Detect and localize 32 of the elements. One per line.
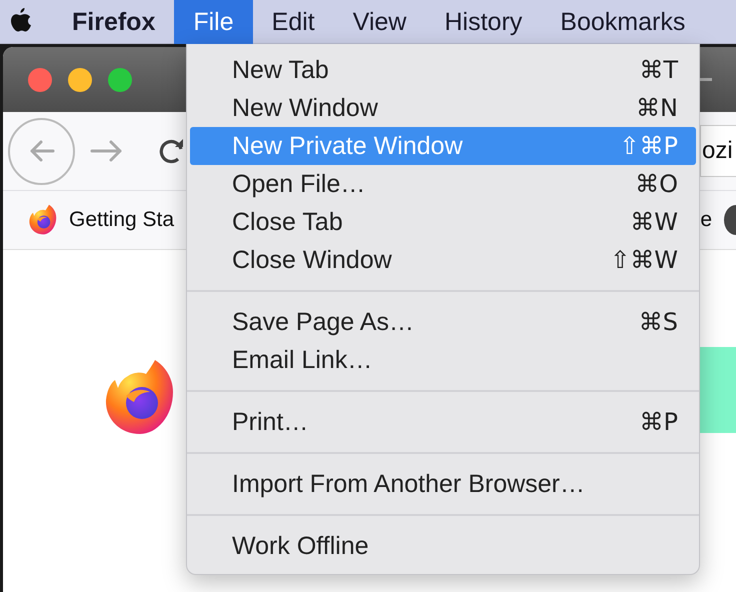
menu-item[interactable]: New Window ⌘N [190, 89, 696, 127]
bookmark-item[interactable]: Getting Sta [27, 204, 174, 236]
shortcut-label: ⌘O [635, 170, 678, 198]
menu-bar-item[interactable]: View [334, 0, 426, 44]
close-button[interactable] [28, 68, 52, 92]
menu-bar-item[interactable]: Firefox [53, 0, 174, 44]
menu-item[interactable]: Import From Another Browser… [190, 465, 696, 503]
shortcut-label: ⌘S [638, 308, 678, 336]
menu-item[interactable]: Close Tab ⌘W [190, 203, 696, 241]
zoom-button[interactable] [108, 68, 132, 92]
menu-item[interactable]: New Tab ⌘T [190, 51, 696, 89]
shortcut-label: ⌘W [630, 208, 678, 236]
minimize-button[interactable] [68, 68, 92, 92]
shortcut-label: ⌘N [636, 94, 678, 122]
menu-item[interactable]: Open File… ⌘O [190, 165, 696, 203]
reload-icon[interactable] [157, 137, 185, 165]
menu-item[interactable]: Email Link… [190, 341, 696, 379]
menu-bar-item[interactable]: Bookmarks [541, 0, 704, 44]
menu-item[interactable]: Save Page As… ⌘S [190, 303, 696, 341]
address-field[interactable]: ozi [700, 125, 736, 177]
firefox-logo-icon [27, 204, 59, 236]
menu-bar-item[interactable]: File [174, 0, 253, 44]
menu-bar-item[interactable]: History [426, 0, 542, 44]
menu-item[interactable]: Work Offline [190, 527, 696, 565]
shortcut-label: ⌘T [639, 56, 678, 84]
shortcut-label: ⇧⌘W [610, 246, 678, 274]
menu-item[interactable]: Close Window ⇧⌘W [190, 241, 696, 279]
bookmark-item[interactable]: e [700, 208, 712, 232]
shortcut-label: ⇧⌘P [619, 132, 678, 160]
menu-bar-item[interactable]: Edit [252, 0, 334, 44]
shortcut-label: ⌘P [640, 408, 678, 436]
menu-item[interactable]: Print… ⌘P [190, 403, 696, 441]
